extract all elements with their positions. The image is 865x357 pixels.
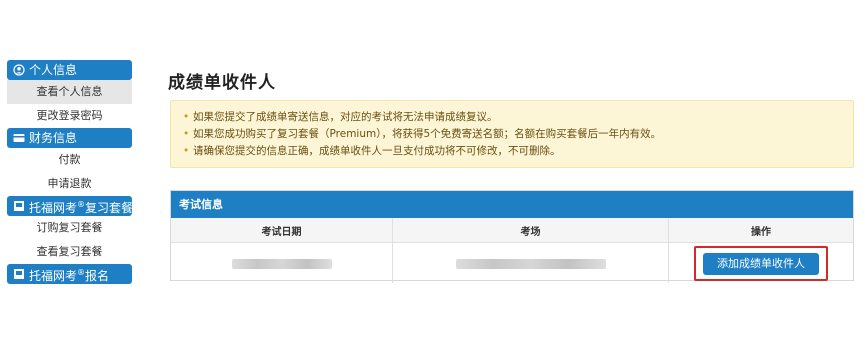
add-score-recipient-button[interactable]: 添加成绩单收件人	[703, 252, 819, 275]
notice-box: 如果您提交了成绩单寄送信息，对应的考试将无法申请成绩复议。 如果您成功购买了复习…	[170, 100, 854, 168]
sidebar-section-label: 托福网考®报名	[29, 267, 110, 283]
book-icon	[13, 268, 25, 280]
table-row: 添加成绩单收件人	[171, 242, 854, 284]
notice-line: 请确保您提交的信息正确，成绩单收件人一旦支付成功将不可修改，不可删除。	[183, 143, 853, 160]
highlight-box: 添加成绩单收件人	[694, 245, 828, 281]
exam-date-cell	[171, 242, 393, 283]
card-icon	[13, 132, 25, 144]
column-header-test-center: 考场	[392, 218, 669, 243]
column-header-exam-date: 考试日期	[171, 218, 393, 243]
book-icon	[13, 200, 25, 212]
sidebar-section-finance[interactable]: 财务信息	[7, 128, 132, 148]
sidebar-item-view-profile[interactable]: 查看个人信息	[7, 80, 132, 104]
sidebar-item-order-package[interactable]: 订购复习套餐	[7, 216, 132, 240]
sidebar-section-label: 个人信息	[29, 63, 78, 77]
sidebar: 个人信息 查看个人信息 更改登录密码 财务信息 付款 申请退款 托福网考®复习套…	[7, 60, 132, 284]
redacted-text	[455, 258, 606, 269]
sidebar-item-refund[interactable]: 申请退款	[7, 172, 132, 196]
test-center-cell	[392, 242, 669, 283]
notice-line: 如果您提交了成绩单寄送信息，对应的考试将无法申请成绩复议。	[183, 109, 853, 126]
action-cell: 添加成绩单收件人	[669, 243, 854, 284]
sidebar-section-label: 托福网考®复习套餐	[29, 199, 132, 215]
notice-line: 如果您成功购买了复习套餐（Premium），将获得5个免费寄送名额；名额在购买套…	[183, 126, 853, 143]
sidebar-section-prep-package[interactable]: 托福网考®复习套餐	[7, 196, 132, 216]
redacted-text	[231, 258, 332, 269]
page-title: 成绩单收件人	[168, 73, 276, 93]
sidebar-section-personal[interactable]: 个人信息	[7, 60, 132, 80]
sidebar-item-view-package[interactable]: 查看复习套餐	[7, 240, 132, 264]
sidebar-item-payment[interactable]: 付款	[7, 148, 132, 172]
column-header-action: 操作	[668, 218, 853, 243]
sidebar-section-registration[interactable]: 托福网考®报名	[7, 264, 132, 284]
user-circle-icon	[13, 64, 25, 76]
sidebar-item-change-password[interactable]: 更改登录密码	[7, 104, 132, 128]
exam-info-panel: 考试信息 考试日期 考场 操作 添加成绩单收件人	[170, 190, 854, 283]
sidebar-section-label: 财务信息	[29, 131, 78, 145]
exam-table: 考试日期 考场 操作 添加成绩单收件人	[171, 218, 853, 283]
panel-title: 考试信息	[171, 191, 853, 218]
